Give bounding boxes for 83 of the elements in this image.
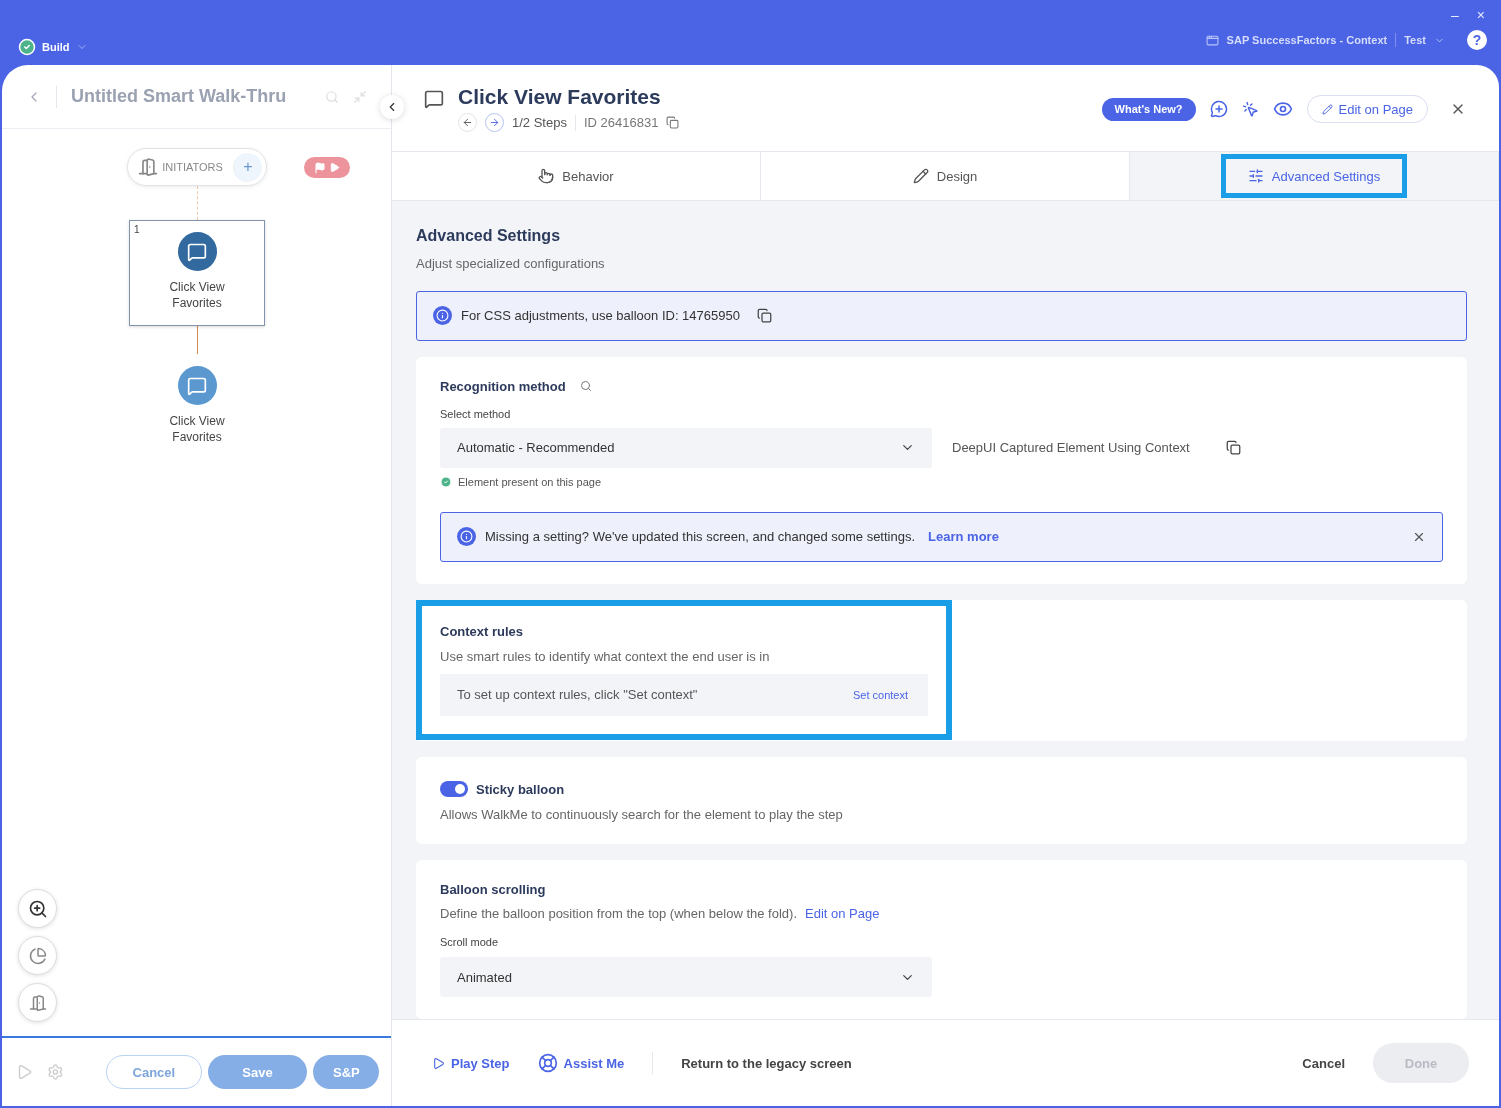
card-title: Sticky balloon (476, 781, 565, 797)
door-icon (138, 157, 159, 177)
step-label: Click View Favorites (168, 413, 226, 445)
initiators-label: INITIATORS (162, 161, 223, 173)
arrow-left-icon (462, 117, 473, 128)
zoom-in-button[interactable] (18, 889, 57, 928)
hand-pointer-icon (538, 168, 555, 184)
speech-bubble-icon (187, 241, 207, 262)
whats-new-button[interactable]: What's New? (1101, 97, 1196, 121)
app-mode[interactable]: Build (42, 41, 70, 53)
legacy-screen-link[interactable]: Return to the legacy screen (681, 1055, 852, 1071)
info-icon (460, 530, 473, 544)
door-icon (28, 993, 47, 1012)
field-label: Select method (440, 407, 512, 420)
learn-more-link[interactable]: Learn more (928, 529, 999, 545)
copy-icon[interactable] (1225, 440, 1241, 456)
sticky-toggle[interactable] (440, 781, 468, 797)
arrow-right-icon (489, 117, 500, 128)
door-button[interactable] (18, 983, 57, 1022)
play-icon (432, 1056, 445, 1070)
card-description: Use smart rules to identify what context the end user is in (440, 648, 771, 664)
pencil-icon (912, 168, 929, 184)
next-step-button[interactable] (485, 113, 504, 132)
pencil-icon (1321, 103, 1333, 115)
window-control[interactable]: – (1451, 7, 1459, 23)
cursor-click-icon[interactable] (1241, 100, 1259, 118)
help-button[interactable]: ? (1467, 30, 1487, 50)
notice-text: Missing a setting? We've updated this screen, and changed some settings. (485, 529, 916, 545)
speech-bubble-icon (187, 375, 207, 396)
set-context-link[interactable]: Set context (852, 688, 908, 701)
step-node[interactable]: Click View Favorites (129, 354, 265, 460)
step-label: Click View Favorites (168, 279, 226, 311)
card-title: Recognition method (440, 378, 566, 394)
goal-play-pill[interactable] (304, 157, 351, 178)
info-icon (436, 309, 449, 323)
step-counter: 1/2 Steps (512, 115, 567, 130)
copy-icon[interactable] (756, 308, 772, 324)
collapse-panel-button[interactable] (380, 95, 404, 119)
step-title: Click View Favorites (458, 85, 662, 109)
pie-chart-icon (28, 946, 47, 965)
lifebuoy-icon (537, 1053, 558, 1073)
scroll-mode-select[interactable]: Animated (440, 957, 932, 997)
check-circle-icon (18, 38, 36, 56)
search-icon[interactable] (579, 380, 592, 393)
site-name: SAP SuccessFactors - Context (1226, 34, 1388, 46)
sliders-icon (1247, 168, 1264, 184)
speech-bubble-icon (424, 89, 444, 109)
method-select[interactable]: Automatic - Recommended (440, 427, 932, 468)
play-icon (329, 162, 341, 173)
initiators-pill[interactable]: INITIATORS + (127, 148, 267, 186)
card-title: Balloon scrolling (440, 882, 547, 897)
card-description: Define the balloon position from the top (when below the fold). (440, 906, 797, 921)
edit-on-page-button[interactable]: Edit on Page (1306, 95, 1428, 123)
element-status: Element present on this page (458, 475, 602, 488)
window-icon (1205, 33, 1219, 47)
assist-me-button[interactable]: Assist Me (537, 1053, 625, 1073)
element-name: DeepUI Captured Element Using Context (952, 440, 1190, 456)
edit-on-page-link[interactable]: Edit on Page (805, 906, 880, 921)
section-heading: Advanced Settings (416, 227, 562, 245)
info-text: For CSS adjustments, use balloon ID: 14765950 (461, 308, 740, 324)
step-number: 1 (134, 224, 140, 235)
add-initiator-button[interactable]: + (232, 152, 262, 182)
card-description: Allows WalkMe to continuously search for the element to play the step (440, 807, 844, 822)
tab[interactable]: Advanced Settings (1130, 152, 1499, 200)
environment-selector[interactable]: Test (1404, 34, 1426, 46)
field-label: Scroll mode (440, 936, 500, 948)
window-control[interactable]: × (1476, 7, 1485, 23)
section-subheading: Adjust specialized configurations (416, 256, 606, 271)
context-hint: To set up context rules, click "Set context" (457, 687, 698, 703)
add-comment-icon[interactable] (1209, 100, 1228, 118)
walkthru-title: Untitled Smart Walk-Thru (71, 86, 287, 107)
play-step-button[interactable]: Play Step (432, 1055, 510, 1071)
preview-icon[interactable] (1272, 99, 1293, 119)
previous-step-button[interactable] (458, 113, 477, 132)
step-id: ID 26416831 (583, 115, 659, 130)
chart-button[interactable] (18, 936, 57, 975)
check-circle-icon (440, 475, 452, 488)
flag-icon (314, 161, 327, 174)
cancel-button[interactable]: Cancel (1302, 1055, 1345, 1071)
card-title: Context rules (440, 623, 525, 639)
step-node[interactable]: 1 Click View Favorites (129, 220, 265, 326)
copy-icon[interactable] (666, 116, 680, 129)
zoom-in-icon (27, 898, 48, 919)
